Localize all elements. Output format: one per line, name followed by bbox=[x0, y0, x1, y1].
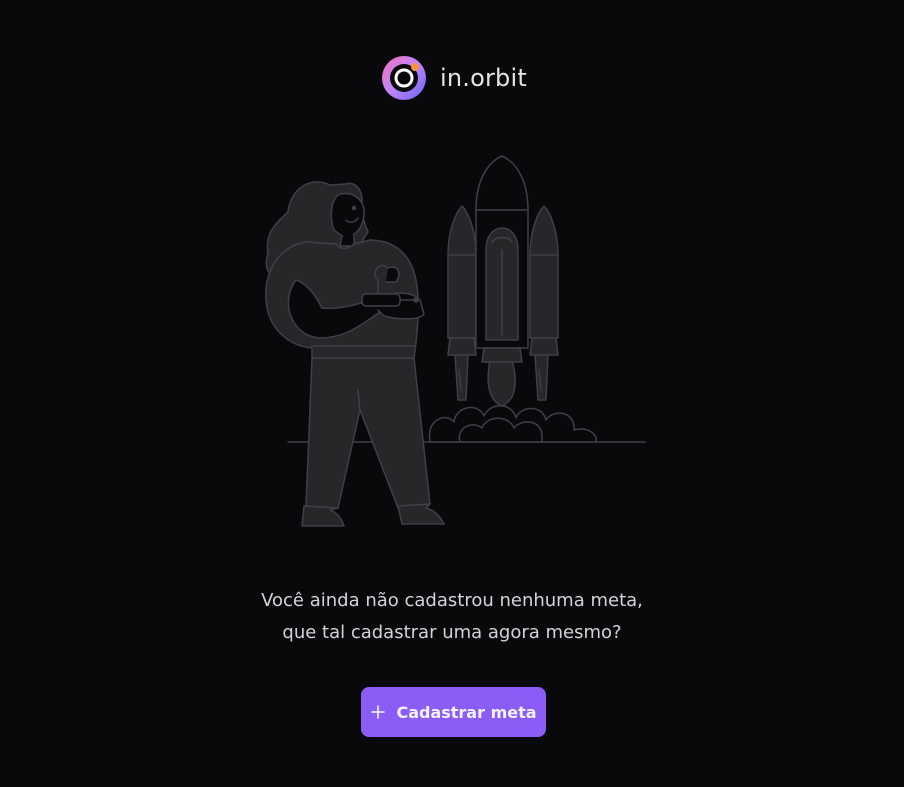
add-goal-button[interactable]: Cadastrar meta bbox=[361, 687, 546, 737]
empty-state-line-1: Você ainda não cadastrou nenhuma meta, bbox=[261, 590, 643, 611]
add-goal-button-label: Cadastrar meta bbox=[396, 702, 537, 722]
plus-icon bbox=[371, 705, 386, 719]
empty-state-message: Você ainda não cadastrou nenhuma meta, q… bbox=[0, 585, 904, 649]
brand-logo: in.orbit bbox=[381, 54, 527, 102]
empty-state-line-2: que tal cadastrar uma agora mesmo? bbox=[282, 622, 622, 643]
orbit-logo-icon bbox=[382, 56, 426, 100]
brand-name: in.orbit bbox=[440, 64, 527, 92]
woman-launching-rocket-illustration bbox=[265, 155, 646, 527]
